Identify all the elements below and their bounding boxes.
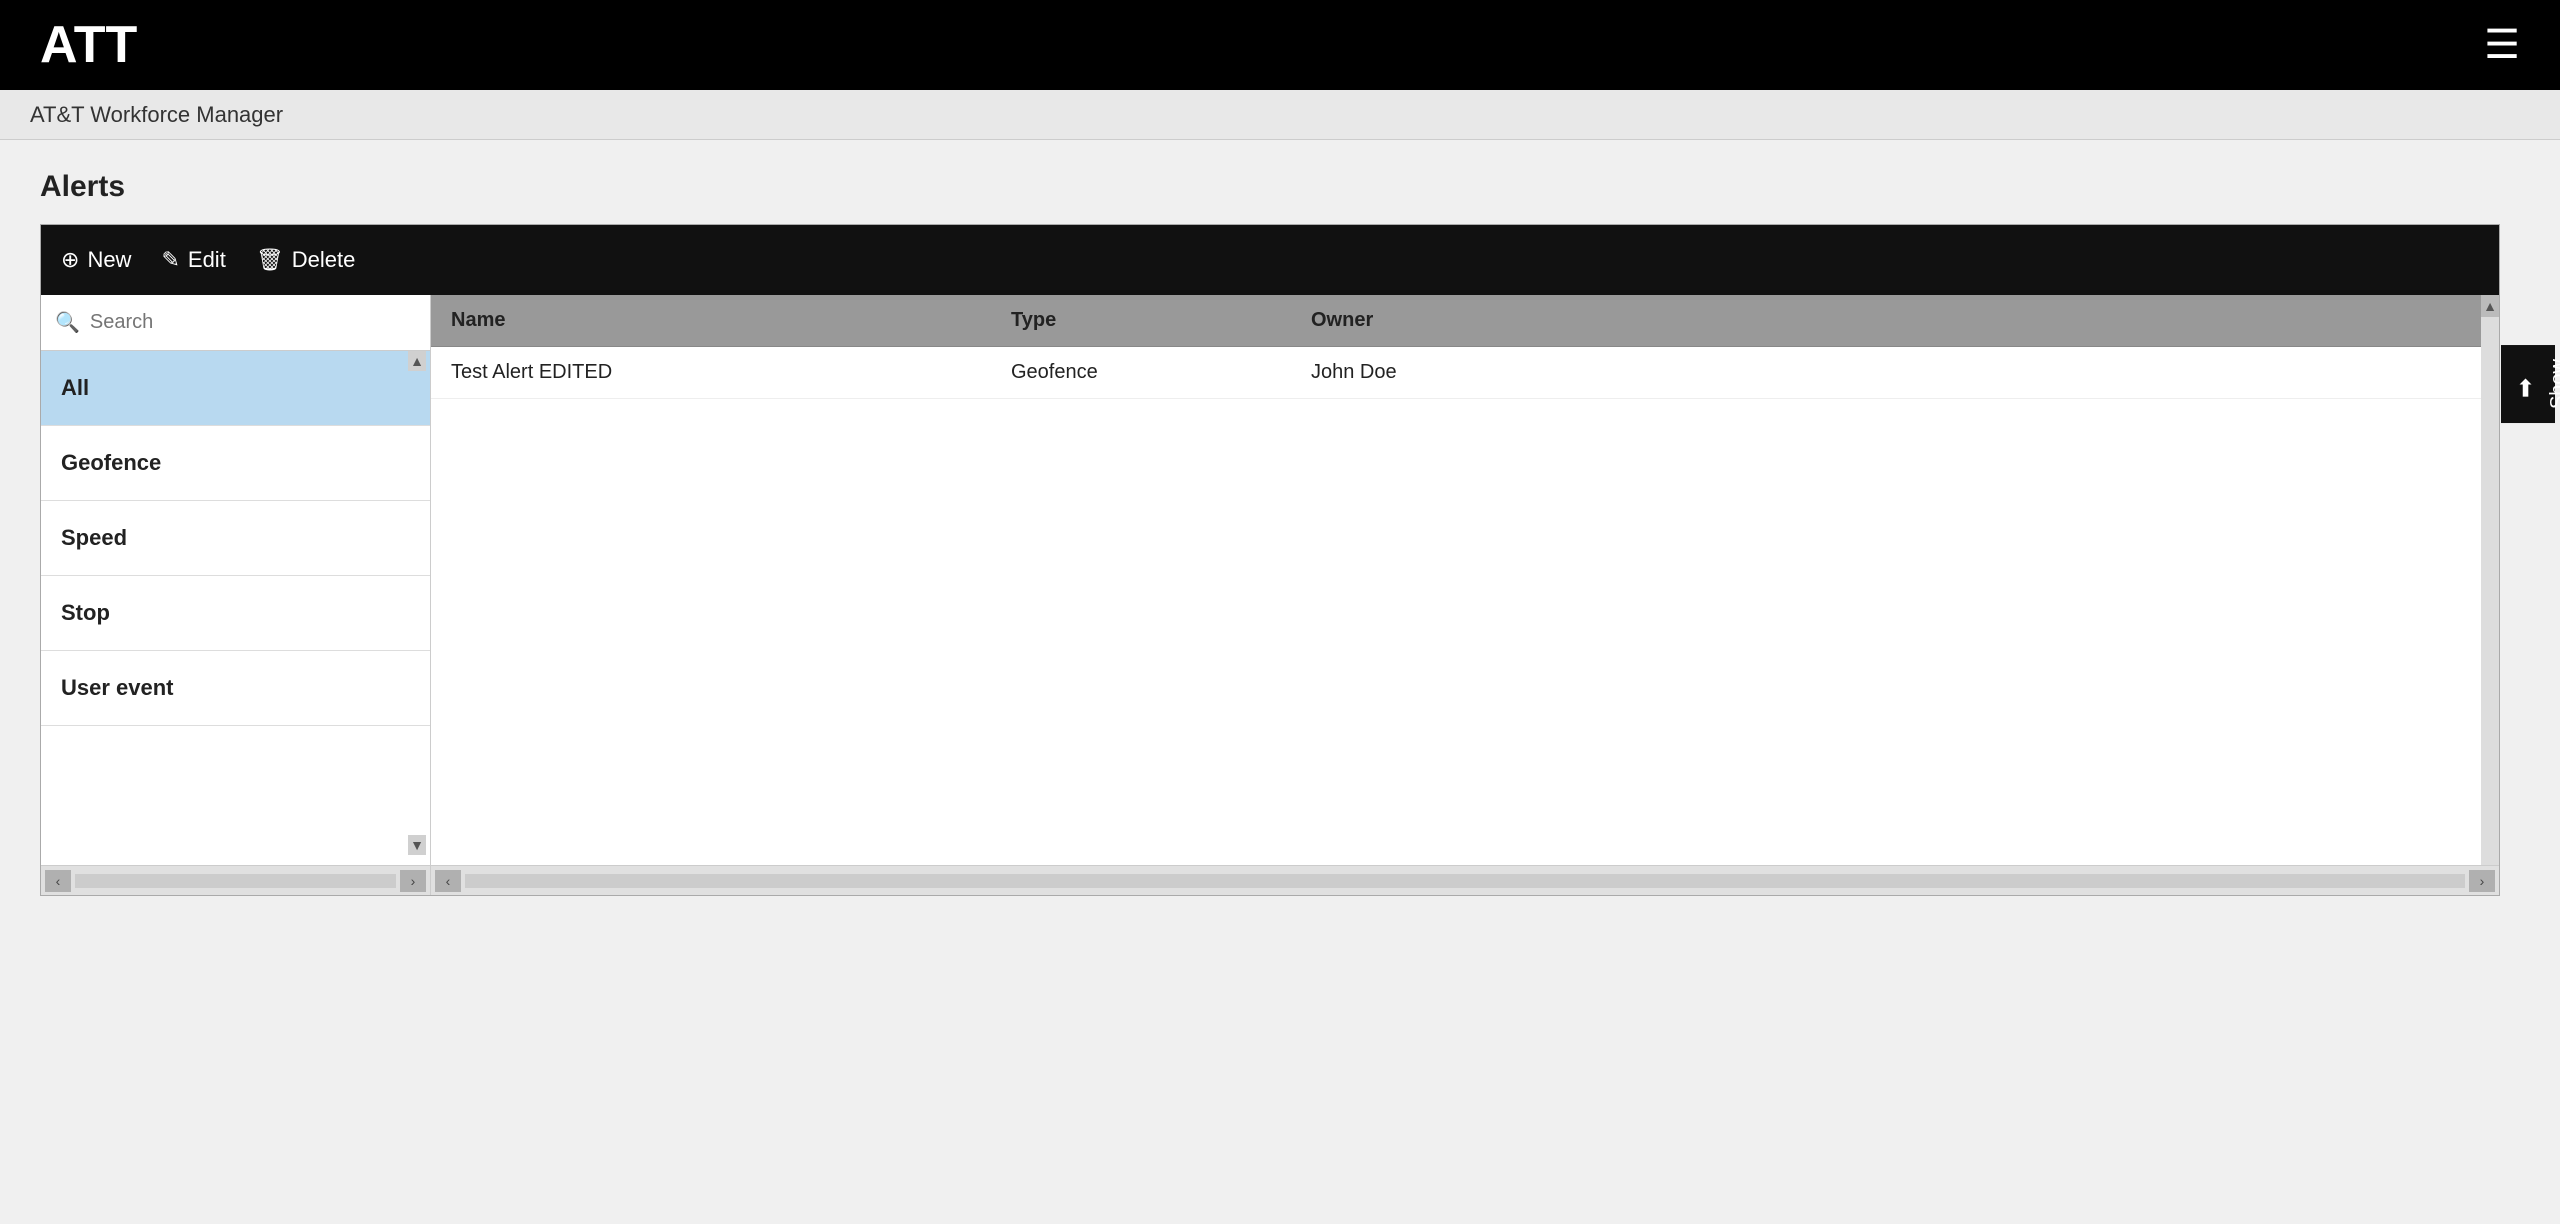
search-input[interactable]: [90, 311, 416, 334]
show-panel-arrow-icon: ⬅: [2511, 378, 2539, 398]
search-icon: 🔍: [55, 310, 80, 335]
sidebar-scroll-up[interactable]: ▲: [408, 351, 426, 371]
top-navbar: ATT ☰: [0, 0, 2560, 90]
table-scroll-track: [465, 874, 2465, 888]
sidebar-scroll-down[interactable]: ▼: [408, 835, 426, 855]
search-box: 🔍: [41, 295, 430, 351]
delete-label: Delete: [292, 247, 356, 273]
sidebar-item-user-event[interactable]: User event: [41, 651, 430, 726]
new-icon: ⊕: [61, 247, 79, 273]
table-header: Name Type Owner: [431, 295, 2499, 347]
show-panel[interactable]: ⬅ Show: [2501, 345, 2555, 423]
page-content: Alerts ⊕ New ✎ Edit 🗑 Delete 🔍: [0, 140, 2560, 926]
edit-icon: ✎: [161, 247, 179, 273]
table-scroll-right-btn[interactable]: ›: [2469, 870, 2495, 892]
table-row[interactable]: Test Alert EDITED Geofence John Doe: [431, 347, 2499, 399]
edit-label: Edit: [188, 247, 226, 273]
menu-icon[interactable]: ☰: [2484, 22, 2520, 68]
toolbar: ⊕ New ✎ Edit 🗑 Delete: [41, 225, 2499, 295]
table-right-scrollbar: ▲ ▼: [2481, 295, 2499, 895]
sidebar-item-all[interactable]: All: [41, 351, 430, 426]
main-panel: ⊕ New ✎ Edit 🗑 Delete 🔍 ▲: [40, 224, 2500, 896]
td-owner: John Doe: [1291, 361, 2499, 384]
breadcrumb-bar: AT&T Workforce Manager: [0, 90, 2560, 140]
show-panel-label: Show: [2547, 359, 2560, 409]
new-label: New: [87, 247, 131, 273]
content-area: 🔍 ▲ All Geofence Speed Stop User event ▼: [41, 295, 2499, 895]
th-type: Type: [991, 309, 1291, 332]
app-logo: ATT: [40, 15, 137, 75]
td-name: Test Alert EDITED: [431, 361, 991, 384]
sidebar-item-geofence[interactable]: Geofence: [41, 426, 430, 501]
th-name: Name: [431, 309, 991, 332]
edit-button[interactable]: ✎ Edit: [161, 247, 225, 273]
breadcrumb: AT&T Workforce Manager: [30, 102, 283, 128]
sidebar-bottom-scrollbar: ‹ ›: [41, 865, 430, 895]
th-owner: Owner: [1291, 309, 2499, 332]
new-button[interactable]: ⊕ New: [61, 247, 131, 273]
left-sidebar: 🔍 ▲ All Geofence Speed Stop User event ▼: [41, 295, 431, 895]
table-scroll-left-btn[interactable]: ‹: [435, 870, 461, 892]
table-body: Test Alert EDITED Geofence John Doe: [431, 347, 2499, 865]
table-area: Name Type Owner Test Alert EDITED Geofen…: [431, 295, 2499, 895]
table-scroll-up-arrow[interactable]: ▲: [2481, 295, 2499, 317]
delete-icon: 🗑: [256, 247, 284, 273]
page-title: Alerts: [40, 170, 2520, 204]
sidebar-scroll-track: [75, 874, 396, 888]
sidebar-list: All Geofence Speed Stop User event: [41, 351, 430, 865]
sidebar-item-stop[interactable]: Stop: [41, 576, 430, 651]
table-bottom-scrollbar: ‹ ›: [431, 865, 2499, 895]
sidebar-item-speed[interactable]: Speed: [41, 501, 430, 576]
td-type: Geofence: [991, 361, 1291, 384]
sidebar-scroll-left-btn[interactable]: ‹: [45, 870, 71, 892]
delete-button[interactable]: 🗑 Delete: [256, 247, 356, 273]
sidebar-scroll-right-btn[interactable]: ›: [400, 870, 426, 892]
